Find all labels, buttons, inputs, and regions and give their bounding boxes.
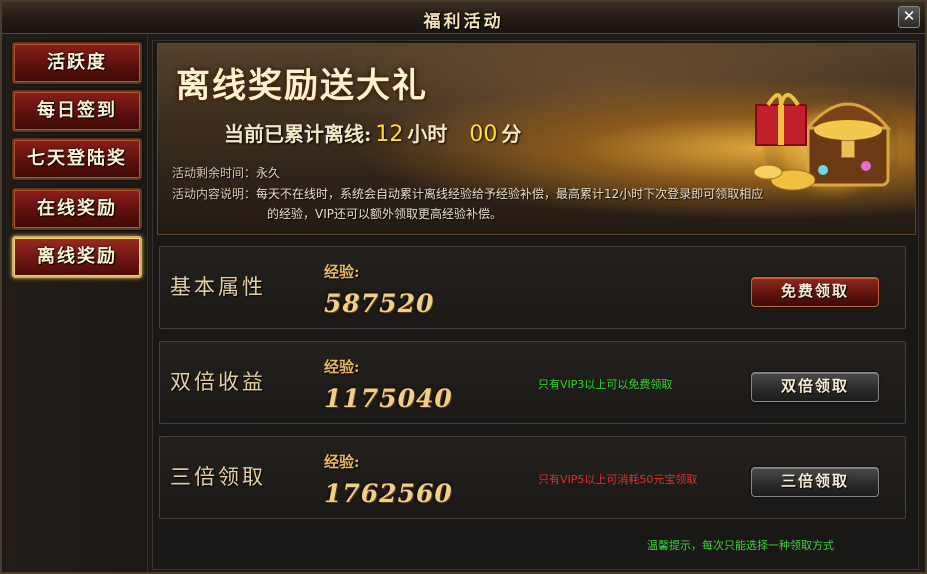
reward-row-triple: 三倍领取 经验: 1762560 只有VIP5以上可消耗50元宝领取 三倍领取 [159, 436, 906, 519]
minutes-unit: 分 [501, 122, 522, 146]
exp-value: 1175040 [324, 384, 453, 413]
welfare-window: 福利活动 ✕ 活跃度 每日签到 七天登陆奖 在线奖励 离线奖励 离线奖励送大礼 … [0, 0, 927, 574]
free-claim-button[interactable]: 免费领取 [751, 277, 879, 307]
exp-label: 经验: [324, 263, 360, 281]
sidebar-item-seven-day-login[interactable]: 七天登陆奖 [12, 138, 142, 180]
double-claim-button[interactable]: 双倍领取 [751, 372, 879, 402]
offline-hours: 12 [375, 122, 404, 147]
sidebar-item-offline-reward[interactable]: 离线奖励 [12, 236, 142, 278]
exp-label: 经验: [324, 453, 360, 471]
triple-claim-button[interactable]: 三倍领取 [751, 467, 879, 497]
remaining-time: 活动剩余时间：永久 [172, 164, 280, 181]
exp-label: 经验: [324, 358, 360, 376]
remaining-value: 永久 [256, 166, 281, 180]
desc-line-2: 的经验，VIP还可以额外领取更高经验补偿。 [267, 207, 502, 221]
sidebar-item-online-reward[interactable]: 在线奖励 [12, 188, 142, 230]
vip-requirement-note: 只有VIP3以上可以免费领取 [538, 378, 673, 391]
banner-headline: 离线奖励送大礼 [176, 66, 428, 106]
reward-name: 双倍收益 [170, 370, 266, 394]
hours-unit: 小时 [407, 122, 448, 146]
exp-value: 1762560 [324, 479, 453, 508]
main-panel: 离线奖励送大礼 当前已累计离线: 12 小时 00 分 活动剩余时间：永久 活动内容说明… [152, 40, 919, 570]
remaining-label: 活动剩余时间： [172, 166, 257, 180]
sidebar-item-daily-signin[interactable]: 每日签到 [12, 90, 142, 132]
close-button[interactable]: ✕ [898, 6, 920, 28]
activity-sidebar: 活跃度 每日签到 七天登陆奖 在线奖励 离线奖励 [6, 36, 148, 572]
exp-value: 587520 [324, 289, 435, 318]
reward-name: 基本属性 [170, 275, 266, 299]
offline-reward-banner: 离线奖励送大礼 当前已累计离线: 12 小时 00 分 活动剩余时间：永久 活动内容说明… [157, 43, 916, 235]
title-bar[interactable]: 福利活动 ✕ [2, 2, 925, 34]
reward-row-basic: 基本属性 经验: 587520 免费领取 [159, 246, 906, 329]
vip-requirement-note: 只有VIP5以上可消耗50元宝领取 [538, 473, 698, 486]
activity-description: 活动内容说明：每天不在线时，系统会自动累计离线经验给予经验补偿，最高累计12小时… [172, 184, 872, 224]
reward-name: 三倍领取 [170, 465, 266, 489]
sidebar-item-activity[interactable]: 活跃度 [12, 42, 142, 84]
hint-text: 温馨提示，每次只能选择一种领取方式 [647, 539, 834, 552]
offline-prefix: 当前已累计离线: [224, 122, 372, 146]
offline-minutes: 00 [469, 122, 498, 147]
desc-label: 活动内容说明： [172, 187, 257, 201]
window-title: 福利活动 [423, 12, 504, 32]
treasure-chest-icon [753, 90, 898, 200]
desc-line-1: 每天不在线时，系统会自动累计离线经验给予经验补偿，最高累计12小时下次登录即可领… [256, 187, 764, 201]
reward-row-double: 双倍收益 经验: 1175040 只有VIP3以上可以免费领取 双倍领取 [159, 341, 906, 424]
offline-duration: 当前已累计离线: 12 小时 00 分 [224, 118, 521, 147]
